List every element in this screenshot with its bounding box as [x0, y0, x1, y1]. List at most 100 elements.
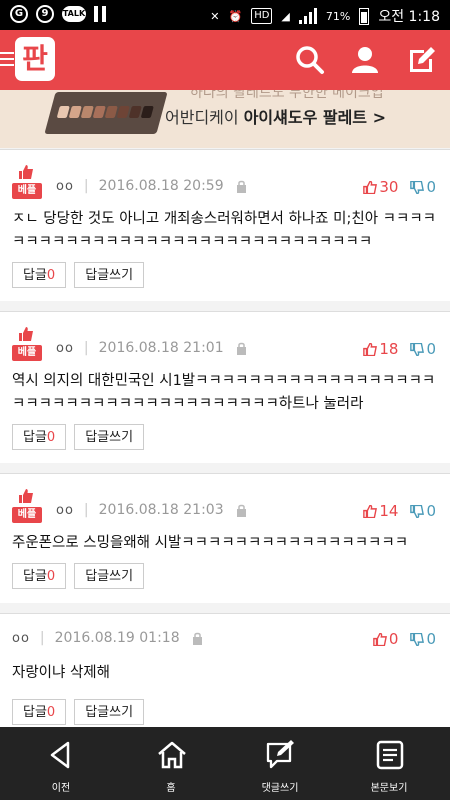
- nav-back-label: 이전: [51, 783, 71, 794]
- comment-meta: oo | 2016.08.18 20:59: [56, 178, 247, 194]
- upvote-button[interactable]: 14: [363, 502, 398, 520]
- reply-count-button[interactable]: 답글0: [12, 699, 67, 725]
- reply-count-button[interactable]: 답글0: [12, 424, 67, 450]
- reply-count: 0: [46, 430, 56, 445]
- write-reply-button[interactable]: 답글쓰기: [74, 262, 145, 288]
- thumbs-up-icon: [19, 165, 33, 179]
- comment-text: 주운폰으로 스밍을왜해 시발ㅋㅋㅋㅋㅋㅋㅋㅋㅋㅋㅋㅋㅋㅋㅋㅋㅋ: [12, 535, 409, 551]
- hd-icon: HD: [251, 8, 273, 24]
- downvote-button[interactable]: 0: [410, 340, 436, 358]
- reply-count-button[interactable]: 답글0: [12, 262, 67, 288]
- comment-meta: oo | 2016.08.19 01:18: [12, 630, 203, 646]
- comment-actions: 답글0 답글쓰기: [12, 699, 145, 725]
- banner-text-bold: 아이섀도우 팔레트 >: [243, 108, 386, 127]
- comment-author[interactable]: oo: [56, 179, 74, 194]
- banner-text-prefix: 어반디케이: [165, 108, 244, 127]
- best-label: 베플: [12, 345, 42, 361]
- reply-count-button[interactable]: 답글0: [12, 563, 67, 589]
- comment-author[interactable]: oo: [56, 341, 74, 356]
- user-icon[interactable]: [347, 42, 383, 78]
- downvote-count: 0: [426, 340, 436, 358]
- bottom-nav: 이전 홈 댓글쓰기 본문보기: [0, 727, 450, 800]
- write-reply-button[interactable]: 답글쓰기: [74, 563, 145, 589]
- report-icon[interactable]: [192, 632, 203, 645]
- vote-box: 14 0: [363, 502, 436, 520]
- reply-label: 답글: [23, 705, 47, 720]
- best-comment-badge: 베플: [12, 164, 42, 199]
- best-label: 베플: [12, 183, 42, 199]
- nav-view-post-button[interactable]: 본문보기: [334, 727, 444, 800]
- downvote-button[interactable]: 0: [410, 630, 436, 648]
- thumbs-up-icon: [363, 342, 378, 356]
- thumbs-down-icon: [410, 632, 425, 646]
- comment-item: oo | 2016.08.19 01:18 0 0 자랑이냐 삭제해 답글0 답…: [0, 613, 450, 727]
- notification-9-icon: 9: [36, 5, 54, 23]
- upvote-count: 30: [379, 178, 399, 196]
- comment-date: 2016.08.18 20:59: [98, 178, 224, 194]
- best-comment-badge: 베플: [12, 488, 42, 523]
- battery-percent: 71%: [325, 9, 351, 23]
- nav-back-button[interactable]: 이전: [6, 727, 116, 800]
- app-header: 판: [0, 30, 450, 90]
- upvote-count: 0: [388, 630, 399, 648]
- menu-icon[interactable]: [0, 52, 14, 68]
- thumbs-down-icon: [410, 180, 425, 194]
- comment-list: 베플 oo | 2016.08.18 20:59 30 0 ㅈㄴ 당당한 것도 …: [0, 149, 450, 727]
- upvote-button[interactable]: 30: [363, 178, 398, 196]
- reply-count: 0: [46, 705, 56, 720]
- upvote-count: 14: [379, 502, 399, 520]
- meta-divider: |: [83, 178, 89, 194]
- banner-text: 어반디케이 아이섀도우 팔레트 >: [165, 104, 386, 128]
- nav-home-button[interactable]: 홈: [116, 727, 226, 800]
- write-reply-button[interactable]: 답글쓰기: [74, 424, 145, 450]
- report-icon[interactable]: [236, 180, 247, 193]
- thumbs-up-icon: [19, 327, 33, 341]
- vote-box: 18 0: [363, 340, 436, 358]
- comment-date: 2016.08.18 21:03: [98, 502, 224, 518]
- pann-logo[interactable]: 판: [15, 37, 55, 81]
- meta-divider: |: [83, 502, 89, 518]
- report-icon[interactable]: [236, 504, 247, 517]
- document-icon: [376, 740, 404, 770]
- banner-partial-text: 하다의 팔레트도 무한한 메이크업: [190, 90, 384, 101]
- upvote-button[interactable]: 0: [373, 630, 399, 648]
- thumbs-down-icon: [410, 342, 425, 356]
- upvote-count: 18: [379, 340, 399, 358]
- reply-count: 0: [46, 268, 56, 283]
- comment-actions: 답글0 답글쓰기: [12, 262, 145, 288]
- upvote-button[interactable]: 18: [363, 340, 398, 358]
- nav-write-comment-button[interactable]: 댓글쓰기: [225, 727, 335, 800]
- comment-text: 자랑이냐 삭제해: [12, 665, 110, 681]
- thumbs-down-icon: [410, 504, 425, 518]
- report-icon[interactable]: [236, 342, 247, 355]
- comment-item: 베플 oo | 2016.08.18 21:03 14 0 주운폰으로 스밍을왜…: [0, 473, 450, 603]
- write-post-icon[interactable]: [404, 42, 440, 78]
- comment-actions: 답글0 답글쓰기: [12, 424, 145, 450]
- comment-item: 베플 oo | 2016.08.18 20:59 30 0 ㅈㄴ 당당한 것도 …: [0, 149, 450, 301]
- alarm-icon: ⏰: [228, 9, 243, 23]
- downvote-button[interactable]: 0: [410, 178, 436, 196]
- signal-icon: [298, 8, 317, 24]
- downvote-count: 0: [426, 502, 436, 520]
- nav-write-comment-label: 댓글쓰기: [261, 783, 299, 794]
- search-icon[interactable]: [292, 42, 328, 78]
- back-arrow-icon: [50, 741, 70, 769]
- mute-icon: ✕: [210, 9, 220, 23]
- write-reply-button[interactable]: 답글쓰기: [74, 699, 145, 725]
- nav-view-post-label: 본문보기: [370, 783, 408, 794]
- thumbs-up-icon: [363, 180, 378, 194]
- wifi-icon: ◢: [281, 9, 290, 23]
- best-comment-badge: 베플: [12, 326, 42, 361]
- pause-icon: [94, 6, 108, 22]
- reply-label: 답글: [23, 430, 47, 445]
- vote-box: 30 0: [363, 178, 436, 196]
- ad-banner[interactable]: 하다의 팔레트도 무한한 메이크업 어반디케이 아이섀도우 팔레트 >: [0, 90, 450, 148]
- home-icon: [158, 741, 186, 769]
- comment-author[interactable]: oo: [56, 503, 74, 518]
- reply-label: 답글: [23, 268, 47, 283]
- meta-divider: |: [39, 630, 45, 646]
- downvote-button[interactable]: 0: [410, 502, 436, 520]
- comment-author[interactable]: oo: [12, 631, 30, 646]
- thumbs-up-icon: [19, 489, 33, 503]
- write-comment-icon: [266, 740, 294, 769]
